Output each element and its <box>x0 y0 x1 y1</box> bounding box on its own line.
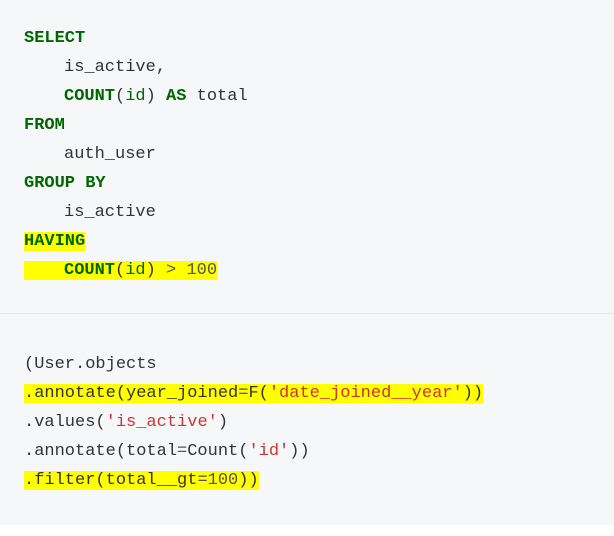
sql-code-block: SELECT is_active, COUNT(id) AS total FRO… <box>0 0 614 313</box>
sql-line-table: auth_user <box>24 140 590 169</box>
op-eq: = <box>177 442 187 461</box>
keyword-as: AS <box>166 87 186 106</box>
keyword-select: SELECT <box>24 29 85 48</box>
count-func: Count( <box>187 442 248 461</box>
paren: ( <box>115 87 125 106</box>
col-is-active: is_active, <box>24 53 166 82</box>
annotate-total: .annotate(total <box>24 442 177 461</box>
table-auth-user: auth_user <box>24 140 156 169</box>
paren: ) <box>146 261 156 280</box>
str-is-active: 'is_active' <box>106 413 218 432</box>
py-line-annotate2: .annotate(total=Count('id')) <box>24 437 590 466</box>
sql-line-having-cond: COUNT(id) > 100 <box>24 256 590 285</box>
annotate-year-joined: .annotate(year_joined <box>24 384 238 403</box>
sql-line-groupcol: is_active <box>24 198 590 227</box>
keyword-having: HAVING <box>24 232 85 251</box>
paren: ( <box>115 261 125 280</box>
close-paren: )) <box>289 442 309 461</box>
sql-line-groupby: GROUP BY <box>24 169 590 198</box>
values-call: .values( <box>24 413 106 432</box>
op-eq: = <box>238 384 248 403</box>
py-line-values: .values('is_active') <box>24 408 590 437</box>
sql-line-isactive: is_active, <box>24 53 590 82</box>
python-code-block: (User.objects .annotate(year_joined=F('d… <box>0 314 614 525</box>
col-id-2: id <box>125 261 145 280</box>
py-line-filter: .filter(total__gt=100)) <box>24 466 590 495</box>
num-100-2: 100 <box>208 471 239 490</box>
py-line-annotate1: .annotate(year_joined=F('date_joined__ye… <box>24 379 590 408</box>
keyword-group-by: GROUP BY <box>24 174 106 193</box>
col-is-active-2: is_active <box>24 198 156 227</box>
paren: ) <box>146 87 156 106</box>
str-id: 'id' <box>248 442 289 461</box>
str-date-joined-year: 'date_joined__year' <box>269 384 463 403</box>
close-paren: )) <box>463 384 483 403</box>
num-100: 100 <box>186 261 217 280</box>
alias-total: total <box>197 87 248 106</box>
func-count: COUNT <box>64 87 115 106</box>
f-func: F( <box>248 384 268 403</box>
sql-line-count: COUNT(id) AS total <box>24 82 590 111</box>
sql-line-from: FROM <box>24 111 590 140</box>
op-gt: > <box>166 261 176 280</box>
op-eq: = <box>197 471 207 490</box>
close-paren: ) <box>218 413 228 432</box>
sql-line-select: SELECT <box>24 24 590 53</box>
user-objects: (User.objects <box>24 355 157 374</box>
close-paren: )) <box>238 471 258 490</box>
func-count-2: COUNT <box>64 261 115 280</box>
keyword-from: FROM <box>24 116 65 135</box>
filter-call: .filter(total__gt <box>24 471 197 490</box>
sql-line-having: HAVING <box>24 227 590 256</box>
col-id: id <box>125 87 145 106</box>
py-line-objects: (User.objects <box>24 350 590 379</box>
